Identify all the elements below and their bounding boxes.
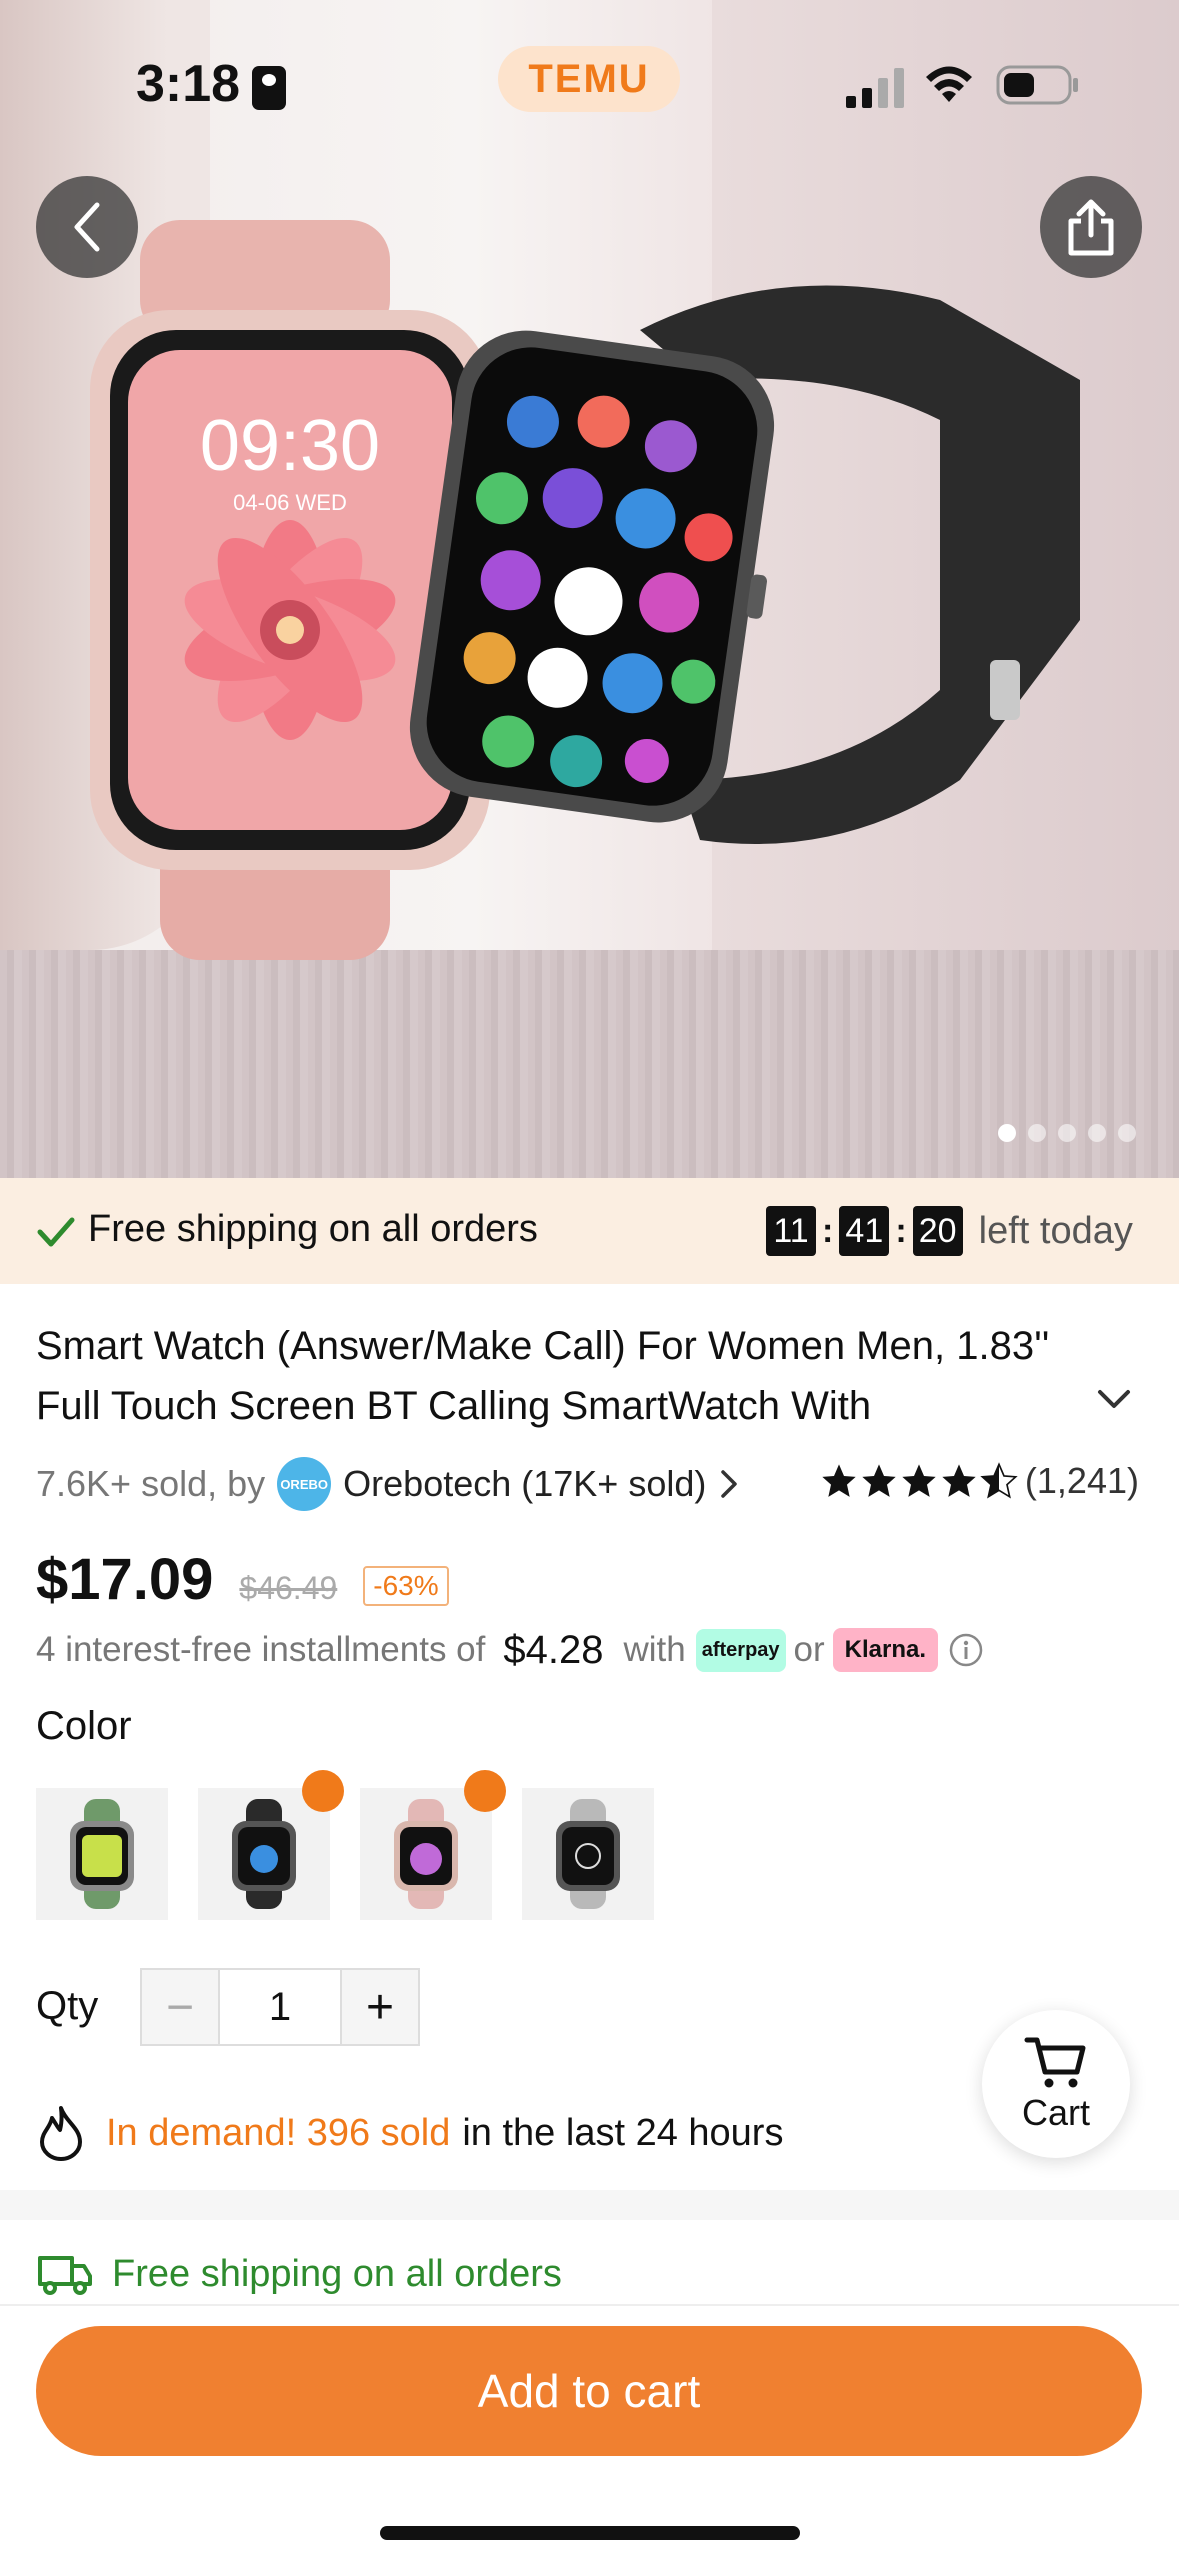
cart-label: Cart	[1021, 2092, 1090, 2133]
qty-increase-button[interactable]: +	[342, 1970, 418, 2044]
sold-count: 7.6K+ sold, by	[36, 1463, 266, 1504]
store-name-link[interactable]: Orebotech (17K+ sold)	[343, 1463, 706, 1505]
product-rating[interactable]: (1,241)	[819, 1460, 1139, 1502]
installments-with: with	[623, 1630, 686, 1669]
installments-or: or	[793, 1630, 825, 1669]
checkmark-icon	[37, 1217, 75, 1247]
star-full-icon	[822, 1464, 856, 1497]
wifi-icon	[926, 66, 972, 102]
installments-row[interactable]: 4 interest-free installments of $4.28 wi…	[36, 1622, 984, 1678]
home-indicator[interactable]	[380, 2526, 800, 2540]
in-demand-notice: In demand! 396 sold in the last 24 hours	[36, 2104, 783, 2162]
temu-app-badge[interactable]: TEMU	[498, 46, 680, 112]
timer-hours: 11	[766, 1206, 816, 1256]
color-option-black[interactable]	[198, 1770, 344, 1920]
product-image-gallery[interactable]: 09:30 04-06 WED 3:18 TEMU	[0, 0, 1179, 1178]
timer-separator: :	[895, 1211, 907, 1250]
quantity-stepper: − 1 +	[140, 1968, 420, 2046]
qty-value[interactable]: 1	[218, 1970, 342, 2044]
rating-stars	[819, 1461, 1019, 1501]
chevron-left-icon	[74, 202, 100, 252]
star-full-icon	[942, 1464, 976, 1497]
share-icon	[1068, 199, 1114, 256]
chevron-down-icon[interactable]	[1094, 1386, 1134, 1414]
gallery-pagination	[998, 1124, 1136, 1142]
flame-badge-icon	[302, 1770, 344, 1812]
pagination-dot[interactable]	[1088, 1124, 1106, 1142]
star-full-icon	[862, 1464, 896, 1497]
timer-suffix: left today	[978, 1209, 1133, 1252]
countdown-timer: 11 : 41 : 20 left today	[766, 1206, 1133, 1256]
klarna-logo: Klarna.	[832, 1628, 939, 1672]
section-divider	[0, 2190, 1179, 2220]
back-button[interactable]	[36, 176, 138, 278]
watch-face-time: 09:30	[200, 406, 380, 486]
flame-icon	[40, 2106, 82, 2161]
color-swatches	[36, 1770, 654, 1920]
smartwatch-product-image: 09:30 04-06 WED	[90, 220, 1080, 960]
info-icon[interactable]	[948, 1632, 984, 1668]
status-time: 3:18	[136, 55, 241, 113]
cellular-signal-icon	[846, 68, 904, 108]
installments-prefix: 4 interest-free installments of	[36, 1630, 486, 1669]
color-label: Color	[36, 1704, 132, 1748]
pagination-dot[interactable]	[998, 1124, 1016, 1142]
price-row: $17.09 $46.49 -63%	[36, 1546, 449, 1626]
star-full-icon	[902, 1464, 936, 1497]
share-button[interactable]	[1040, 176, 1142, 278]
cart-button[interactable]: Cart	[982, 2010, 1130, 2158]
product-title[interactable]: Smart Watch (Answer/Make Call) For Women…	[36, 1316, 1116, 1436]
timer-minutes: 41	[839, 1206, 890, 1256]
timer-seconds: 20	[912, 1206, 963, 1256]
black-watch-thumbnail	[232, 1799, 296, 1909]
star-half-icon	[980, 1462, 1018, 1499]
store-logo[interactable]: OREBO	[277, 1457, 332, 1511]
pink-watch-thumbnail	[394, 1799, 458, 1909]
in-demand-rest: in the last 24 hours	[462, 2111, 784, 2154]
installment-amount: $4.28	[503, 1627, 604, 1672]
flame-badge-icon	[464, 1770, 506, 1812]
pagination-dot[interactable]	[1028, 1124, 1046, 1142]
timer-separator: :	[822, 1211, 834, 1250]
truck-icon	[38, 2256, 92, 2295]
free-shipping-text: Free shipping on all orders	[88, 1208, 538, 1250]
afterpay-logo: afterpay	[695, 1628, 786, 1672]
in-demand-highlight: In demand! 396 sold	[106, 2111, 451, 2154]
color-option-green[interactable]	[36, 1788, 168, 1920]
free-shipping-banner: Free shipping on all orders 11 : 41 : 20…	[0, 1178, 1179, 1284]
qty-label: Qty	[36, 1984, 99, 2028]
current-price: $17.09	[36, 1547, 214, 1612]
background-floor	[0, 950, 1179, 1178]
rating-count: (1,241)	[1024, 1460, 1139, 1501]
color-option-grey[interactable]	[522, 1788, 654, 1920]
contact-card-icon	[252, 66, 286, 110]
free-shipping-row[interactable]: Free shipping on all orders	[36, 2252, 562, 2296]
chevron-right-icon[interactable]	[720, 1469, 738, 1499]
green-watch-thumbnail	[70, 1799, 134, 1909]
pagination-dot[interactable]	[1058, 1124, 1076, 1142]
original-price: $46.49	[239, 1570, 338, 1606]
watch-face-date: 04-06 WED	[233, 490, 347, 515]
cart-icon	[1024, 2037, 1086, 2088]
bottom-action-bar: Add to cart	[0, 2304, 1179, 2556]
discount-badge: -63%	[363, 1566, 449, 1606]
battery-icon	[996, 65, 1078, 105]
add-to-cart-button[interactable]: Add to cart	[36, 2326, 1142, 2456]
pagination-dot[interactable]	[1118, 1124, 1136, 1142]
color-option-pink[interactable]	[360, 1770, 506, 1920]
qty-decrease-button[interactable]: −	[142, 1970, 218, 2044]
free-shipping-row-text: Free shipping on all orders	[112, 2252, 562, 2295]
grey-watch-thumbnail	[556, 1799, 620, 1909]
